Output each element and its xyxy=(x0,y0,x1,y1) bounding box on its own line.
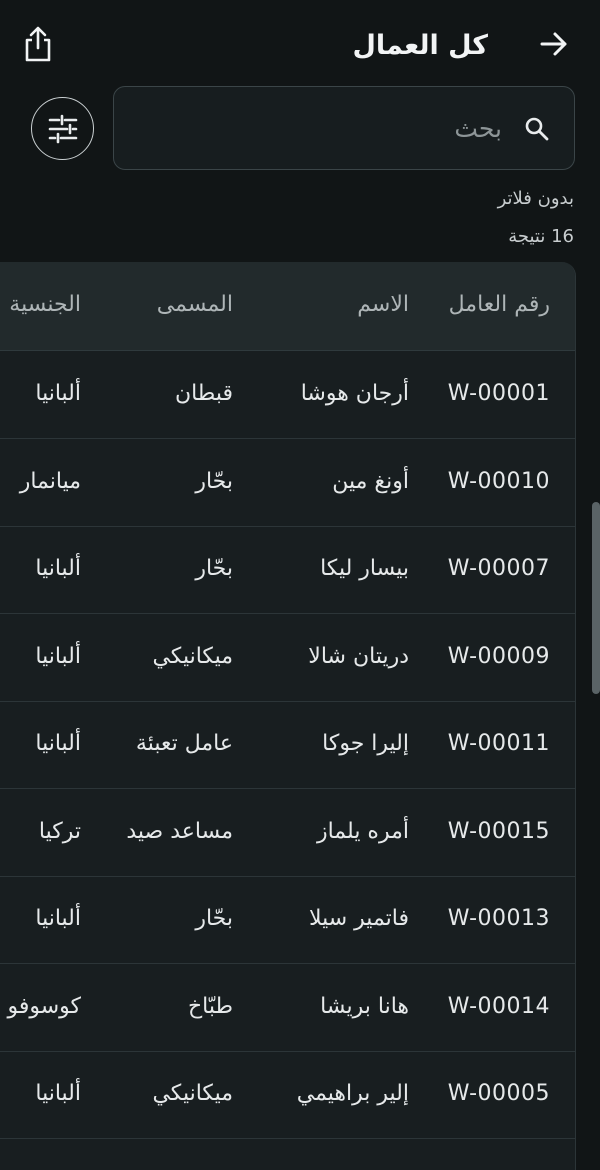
worker-role-cell: بحّار xyxy=(195,469,233,494)
app-header: كل العمال xyxy=(0,0,600,86)
worker-id-cell: W-00013 xyxy=(447,906,550,931)
search-input[interactable] xyxy=(162,105,502,151)
table-row[interactable]: W-00009 دريتان شالا ميكانيكي ألبانيا xyxy=(0,614,575,702)
worker-name-cell: هانا بريشا xyxy=(320,994,409,1019)
worker-nationality-cell: ألبانيا xyxy=(35,556,81,581)
scrollbar-thumb[interactable] xyxy=(592,502,600,694)
worker-role-cell: ميكانيكي xyxy=(152,1081,233,1106)
worker-name-cell: إلير براهيمي xyxy=(296,1081,409,1106)
column-header-role[interactable]: المسمى xyxy=(157,292,233,317)
column-header-id[interactable]: رقم العامل xyxy=(449,292,550,317)
table-row[interactable]: W-00013 فاتمير سيلا بحّار ألبانيا xyxy=(0,876,575,964)
table-row[interactable]: W-00001 أرجان هوشا قبطان ألبانيا xyxy=(0,351,575,439)
workers-table: رقم العامل الاسم المسمى الجنسية W-00001 … xyxy=(0,262,576,1170)
worker-nationality-cell: ألبانيا xyxy=(35,906,81,931)
worker-nationality-cell: ألبانيا xyxy=(35,1081,81,1106)
worker-nationality-cell: ألبانيا xyxy=(35,731,81,756)
worker-id-cell: W-00009 xyxy=(447,644,550,669)
back-button[interactable] xyxy=(536,26,572,62)
filter-status: بدون فلاتر xyxy=(497,188,574,209)
worker-role-cell: بحّار xyxy=(195,556,233,581)
worker-id-cell: W-00011 xyxy=(447,731,550,756)
worker-role-cell: طبّاخ xyxy=(187,994,233,1019)
table-row[interactable]: W-00007 بيسار ليكا بحّار ألبانيا xyxy=(0,526,575,614)
worker-role-cell: عامل تعبئة xyxy=(135,731,233,756)
worker-name-cell: بيسار ليكا xyxy=(320,556,409,581)
worker-name-cell: أونغ مين xyxy=(332,469,409,494)
worker-name-cell: إليرا جوكا xyxy=(322,731,409,756)
table-row[interactable]: W-00015 أمره يلماز مساعد صيد تركيا xyxy=(0,789,575,877)
worker-nationality-cell: تركيا xyxy=(38,819,81,844)
table-row[interactable]: W-00011 إليرا جوكا عامل تعبئة ألبانيا xyxy=(0,701,575,789)
page-title: كل العمال xyxy=(352,30,488,61)
worker-nationality-cell: ألبانيا xyxy=(35,381,81,406)
workers-screen: كل العمال بدون فلاتر 16 نتيجة xyxy=(0,0,600,1170)
results-count: 16 نتيجة xyxy=(508,226,574,247)
table-row[interactable]: W-00014 هانا بريشا طبّاخ كوسوفو xyxy=(0,964,575,1052)
share-button[interactable] xyxy=(20,22,56,66)
worker-id-cell: W-00005 xyxy=(447,1081,550,1106)
worker-role-cell: قبطان xyxy=(174,381,233,406)
sliders-icon xyxy=(48,114,77,143)
search-icon xyxy=(525,117,549,141)
share-icon xyxy=(25,26,51,62)
column-header-nationality[interactable]: الجنسية xyxy=(9,292,81,317)
table-header: رقم العامل الاسم المسمى الجنسية xyxy=(0,262,575,351)
worker-id-cell: W-00001 xyxy=(447,381,550,406)
worker-name-cell: أمره يلماز xyxy=(316,819,409,844)
worker-role-cell: ميكانيكي xyxy=(152,644,233,669)
worker-role-cell: بحّار xyxy=(195,906,233,931)
worker-nationality-cell: ميانمار xyxy=(19,469,81,494)
worker-id-cell: W-00010 xyxy=(447,469,550,494)
worker-id-cell: W-00015 xyxy=(447,819,550,844)
worker-id-cell: W-00007 xyxy=(447,556,550,581)
worker-role-cell: مساعد صيد xyxy=(126,819,233,844)
table-row[interactable]: W-00010 أونغ مين بحّار ميانمار xyxy=(0,439,575,527)
worker-name-cell: دريتان شالا xyxy=(308,644,409,669)
arrow-right-icon xyxy=(540,32,567,56)
table-row[interactable]: W-00005 إلير براهيمي ميكانيكي ألبانيا xyxy=(0,1051,575,1139)
worker-name-cell: فاتمير سيلا xyxy=(308,906,409,931)
column-header-name[interactable]: الاسم xyxy=(357,292,409,317)
filter-button[interactable] xyxy=(31,97,94,160)
worker-id-cell: W-00014 xyxy=(447,994,550,1019)
worker-nationality-cell: ألبانيا xyxy=(35,644,81,669)
worker-nationality-cell: كوسوفو xyxy=(7,994,81,1019)
search-field[interactable] xyxy=(113,86,575,170)
worker-name-cell: أرجان هوشا xyxy=(300,381,409,406)
